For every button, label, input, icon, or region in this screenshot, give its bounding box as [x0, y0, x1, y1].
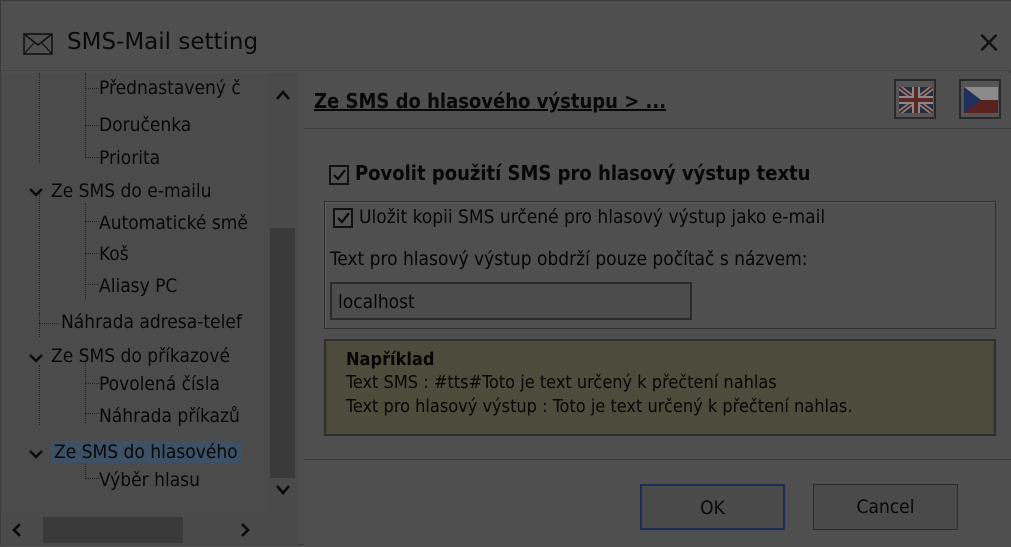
tree-connector: [85, 413, 99, 414]
scroll-down-button[interactable]: [267, 478, 298, 506]
cancel-button[interactable]: Cancel: [813, 484, 958, 530]
envelope-icon: [23, 33, 53, 55]
tree-item-label: Automatické smě: [99, 212, 248, 234]
tree-viewport: Přednastavený č Doručenka Priorita Ze SM…: [1, 73, 267, 513]
tree-item-selected[interactable]: Ze SMS do hlasového: [51, 437, 241, 467]
tree-item[interactable]: Doručenka: [99, 110, 191, 140]
tree-connector: [85, 284, 99, 285]
tree-guide-line: [85, 73, 86, 157]
english-flag-icon[interactable]: [894, 79, 936, 119]
tree-item[interactable]: Automatické smě: [99, 208, 248, 238]
checkbox-box[interactable]: [333, 207, 353, 228]
tree-guide-line: [39, 193, 40, 313]
tree-item-label: Koš: [99, 243, 129, 265]
tree-item[interactable]: Ze SMS do e-mailu: [51, 176, 211, 206]
computer-name-input[interactable]: localhost: [330, 282, 692, 320]
enable-voice-checkbox[interactable]: Povolit použití SMS pro hlasový výstup t…: [329, 161, 810, 185]
tree-item-label: Aliasy PC: [99, 275, 178, 297]
tree-connector: [85, 88, 99, 89]
chevron-down-icon[interactable]: [27, 349, 45, 367]
scroll-thumb[interactable]: [270, 228, 295, 478]
scroll-left-button[interactable]: [3, 517, 31, 543]
save-copy-checkbox[interactable]: Uložit kopii SMS určené pro hlasový výst…: [333, 206, 825, 228]
content-header: Ze SMS do hlasového výstupu > ...: [304, 73, 1011, 129]
breadcrumb[interactable]: Ze SMS do hlasového výstupu > ...: [314, 89, 666, 113]
voice-output-group: Uložit kopii SMS určené pro hlasový výst…: [324, 201, 996, 329]
tree-connector: [85, 157, 99, 158]
tree-connector: [85, 125, 99, 126]
tree-item-label: Přednastavený č: [99, 77, 241, 99]
tree-item-label: Ze SMS do hlasového: [51, 441, 241, 463]
tree-connector: [85, 383, 99, 384]
tree-item[interactable]: Ze SMS do příkazové: [51, 341, 230, 371]
tree-item[interactable]: Koš: [99, 239, 129, 269]
tree-item[interactable]: Přednastavený č: [99, 73, 241, 103]
tree-item[interactable]: Náhrada adresa-telef: [61, 307, 242, 337]
checkbox-box[interactable]: [329, 164, 349, 185]
settings-content: Ze SMS do hlasového výstupu > ... Povoli…: [304, 73, 1011, 546]
footer-divider: [304, 459, 1011, 460]
tree-item[interactable]: Povolená čísla: [99, 369, 220, 399]
close-button[interactable]: ×: [969, 23, 1009, 63]
tree-connector: [85, 253, 99, 254]
sms-mail-setting-window: SMS-Mail setting × Přednastavený č Doruč…: [0, 0, 1011, 546]
tree-item[interactable]: Výběr hlasu: [99, 465, 200, 495]
tree-item-label: Ze SMS do e-mailu: [51, 180, 212, 202]
tree-connector: [39, 323, 59, 324]
example-box: Například Text SMS : #tts#Toto je text u…: [324, 339, 996, 436]
computer-name-label: Text pro hlasový výstup obdrží pouze poč…: [330, 248, 808, 270]
tree-item-label: Doručenka: [99, 114, 192, 136]
tree-connector: [85, 478, 99, 479]
tree-guide-line: [85, 363, 86, 423]
tree-item[interactable]: Priorita: [99, 143, 160, 173]
window-title: SMS-Mail setting: [67, 29, 259, 55]
tree-guide-line: [39, 365, 40, 425]
example-title: Například: [346, 349, 435, 370]
chevron-down-icon[interactable]: [27, 445, 45, 463]
example-line: Text pro hlasový výstup : Toto je text u…: [346, 396, 853, 417]
title-bar: SMS-Mail setting ×: [1, 1, 1011, 71]
scroll-right-button[interactable]: [231, 517, 259, 543]
tree-guide-line: [39, 313, 40, 337]
settings-tree: Přednastavený č Doručenka Priorita Ze SM…: [1, 73, 298, 546]
tree-item[interactable]: Náhrada příkazů: [99, 401, 240, 431]
tree-item-label: Výběr hlasu: [99, 469, 200, 491]
tree-horizontal-scrollbar[interactable]: [1, 513, 298, 546]
enable-voice-label: Povolit použití SMS pro hlasový výstup t…: [355, 161, 811, 185]
tree-item-label: Náhrada adresa-telef: [61, 311, 242, 333]
scroll-up-button[interactable]: [267, 81, 298, 109]
tree-connector: [85, 221, 99, 222]
tree-item[interactable]: Aliasy PC: [99, 271, 177, 301]
tree-item-label: Ze SMS do příkazové: [51, 345, 231, 367]
tree-item-label: Povolená čísla: [99, 373, 220, 395]
czech-flag-icon[interactable]: [959, 79, 1001, 119]
tree-vertical-scrollbar[interactable]: [267, 73, 298, 513]
scroll-thumb[interactable]: [43, 517, 183, 543]
example-line: Text SMS : #tts#Toto je text určený k př…: [346, 372, 777, 393]
tree-item-label: Náhrada příkazů: [99, 405, 240, 427]
tree-guide-line: [39, 73, 40, 163]
save-copy-label: Uložit kopii SMS určené pro hlasový výst…: [359, 206, 826, 228]
chevron-down-icon[interactable]: [27, 183, 45, 201]
ok-button[interactable]: OK: [640, 484, 785, 530]
tree-item-label: Priorita: [99, 147, 161, 169]
